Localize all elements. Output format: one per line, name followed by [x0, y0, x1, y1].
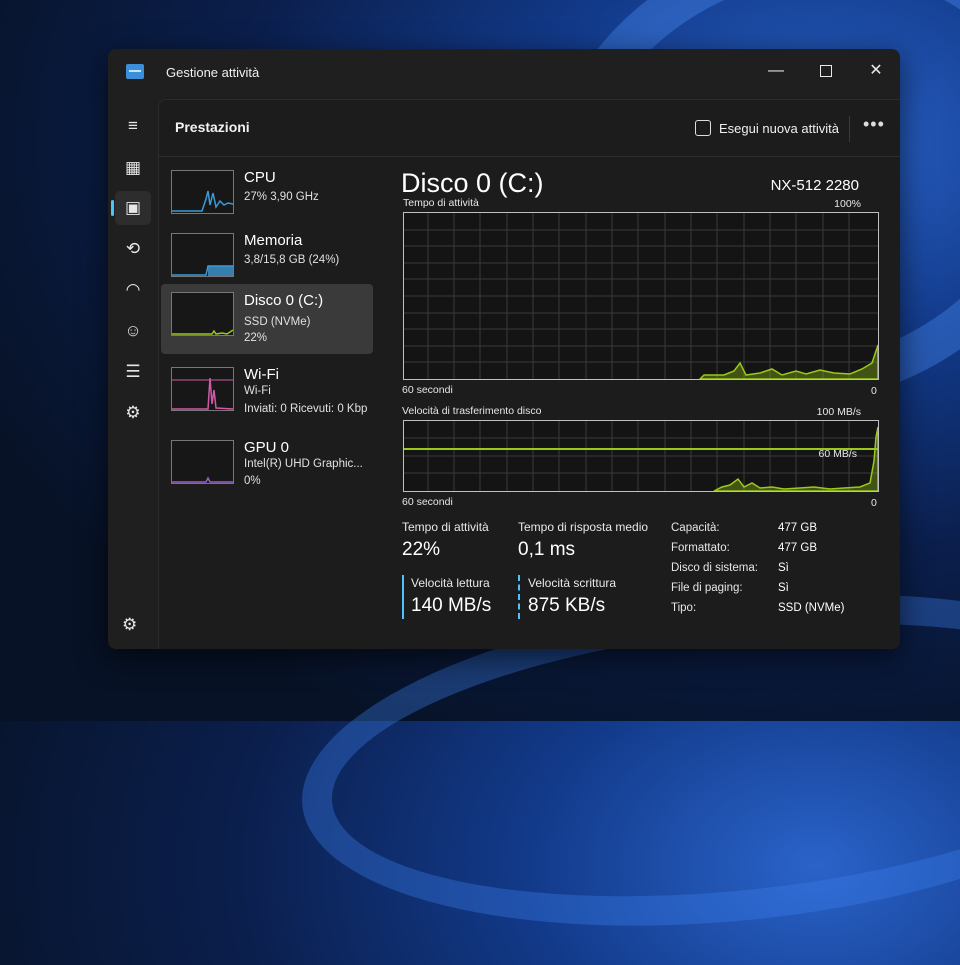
disk-title: Disco 0 (C:)	[401, 168, 544, 198]
navigation-rail: ≡ ▦ ▣ ⟲ ◠ ☺ ☰ ⚙	[108, 95, 158, 649]
title-bar[interactable]: Gestione attività — ✕	[108, 49, 900, 95]
task-manager-window: Gestione attività — ✕ ≡ ▦ ▣ ⟲ ◠ ☺ ☰ ⚙ ⚙ …	[108, 49, 900, 649]
read-speed-label: Velocità lettura	[411, 576, 490, 590]
transfer-graph-svg	[404, 421, 879, 492]
startup-icon[interactable]: ◠	[115, 273, 151, 307]
run-task-label: Esegui nuova attività	[719, 121, 839, 136]
transfer-graph-label: Velocità di trasferimento disco	[402, 405, 542, 417]
device-usage: 0%	[244, 475, 261, 487]
history-icon[interactable]: ⟲	[115, 232, 151, 266]
property-key: Tipo:	[671, 602, 697, 614]
wifi-thumbnail-graph	[171, 367, 234, 411]
header-divider	[849, 116, 850, 142]
response-time-value: 0,1 ms	[518, 539, 576, 560]
settings-gear-icon[interactable]: ⚙	[122, 615, 137, 635]
property-key: File di paging:	[671, 582, 743, 594]
disk-model: NX-512 2280	[770, 177, 859, 194]
window-title: Gestione attività	[166, 65, 260, 80]
read-speed-value: 140 MB/s	[411, 595, 492, 616]
read-speed-indicator	[402, 575, 404, 619]
maximize-icon	[820, 64, 832, 77]
device-name: Memoria	[244, 232, 303, 249]
active-time-label: Tempo di attività	[402, 520, 489, 534]
property-value: Sì	[778, 582, 789, 594]
response-time-label: Tempo di risposta medio	[518, 520, 649, 534]
minimize-button[interactable]: —	[756, 57, 796, 85]
run-new-task-button[interactable]: Esegui nuova attività	[695, 114, 839, 144]
more-options-icon[interactable]: •••	[863, 114, 885, 135]
activity-graph-label: Tempo di attività	[403, 197, 479, 209]
device-detail: Wi-Fi	[244, 385, 271, 397]
transfer-rate-graph	[403, 420, 879, 492]
activity-time-graph	[403, 212, 879, 380]
cpu-thumbnail-graph	[171, 170, 234, 214]
device-item-wifi[interactable]: Wi-Fi Wi-Fi Inviati: 0 Ricevuti: 0 Kbp	[161, 361, 373, 431]
memory-thumbnail-graph	[171, 233, 234, 277]
device-name: GPU 0	[244, 439, 290, 456]
device-name: Disco 0 (C:)	[244, 292, 324, 309]
property-key: Formattato:	[671, 542, 730, 554]
gpu-thumbnail-graph	[171, 440, 234, 484]
activity-graph-svg	[404, 213, 879, 380]
activity-graph-min: 0	[871, 385, 877, 397]
device-throughput: Inviati: 0 Ricevuti: 0 Kbp	[244, 403, 368, 415]
run-task-icon	[695, 120, 711, 136]
task-manager-icon	[126, 64, 144, 79]
transfer-graph-max: 100 MB/s	[816, 406, 861, 418]
write-speed-value: 875 KB/s	[528, 595, 606, 616]
performance-icon[interactable]: ▣	[111, 191, 151, 225]
page-title: Prestazioni	[175, 119, 250, 135]
device-detail: 27% 3,90 GHz	[244, 191, 319, 203]
active-time-value: 22%	[402, 539, 441, 560]
property-value: Sì	[778, 562, 789, 574]
device-name: CPU	[244, 169, 276, 186]
device-usage: 22%	[244, 332, 268, 344]
activity-graph-time: 60 secondi	[402, 384, 453, 396]
device-item-gpu-0[interactable]: GPU 0 Intel(R) UHD Graphic... 0%	[161, 434, 373, 504]
device-name: Wi-Fi	[244, 366, 279, 383]
transfer-graph-time: 60 secondi	[402, 496, 453, 508]
transfer-scale-marker: 60 MB/s	[818, 448, 857, 460]
users-icon[interactable]: ☺	[115, 314, 151, 348]
details-icon[interactable]: ☰	[115, 355, 151, 389]
menu-icon[interactable]: ≡	[115, 109, 151, 143]
device-detail: SSD (NVMe)	[244, 316, 311, 328]
device-detail: Intel(R) UHD Graphic...	[244, 458, 363, 470]
processes-icon[interactable]: ▦	[115, 151, 151, 185]
close-button[interactable]: ✕	[856, 57, 896, 85]
write-speed-label: Velocità scrittura	[528, 576, 617, 590]
device-item-disk-0[interactable]: Disco 0 (C:) SSD (NVMe) 22%	[161, 284, 373, 354]
property-key: Capacità:	[671, 522, 720, 534]
disk-detail-pane: Disco 0 (C:) NX-512 2280 Tempo di attivi…	[387, 164, 897, 644]
transfer-graph-min: 0	[871, 497, 877, 509]
device-detail: 3,8/15,8 GB (24%)	[244, 254, 340, 266]
performance-page: Prestazioni Esegui nuova attività ••• CP…	[158, 99, 900, 649]
disk-thumbnail-graph	[171, 292, 234, 336]
header-separator	[159, 156, 900, 157]
property-value: 477 GB	[778, 522, 817, 534]
property-value: SSD (NVMe)	[778, 602, 845, 614]
write-speed-indicator	[518, 575, 520, 619]
activity-graph-max: 100%	[834, 198, 861, 210]
property-value: 477 GB	[778, 542, 817, 554]
services-icon[interactable]: ⚙	[115, 396, 151, 430]
property-key: Disco di sistema:	[671, 562, 758, 574]
device-item-cpu[interactable]: CPU 27% 3,90 GHz	[161, 164, 373, 234]
maximize-button[interactable]	[806, 57, 846, 85]
